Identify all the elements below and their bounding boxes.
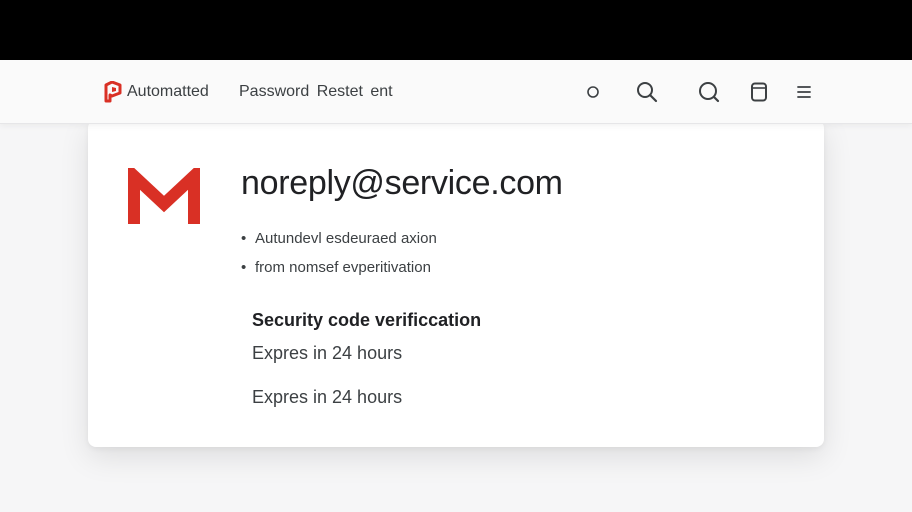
menu-button[interactable] [790, 78, 818, 106]
tablet-icon [751, 82, 767, 102]
email-card: noreply@service.com • Autundevl esdeuraed… [88, 120, 824, 447]
toolbar: Automatted Password Restet ent [0, 60, 912, 124]
expiry-line: Expres in 24 hours [252, 343, 403, 363]
bullet-text: Autundevl esdeuraed axion [255, 230, 437, 247]
brand-logo-icon [104, 81, 122, 103]
gmail-logo-icon [128, 168, 200, 224]
circle-icon [587, 86, 599, 98]
sender-address: noreply@service.com [241, 164, 563, 202]
info-bullet: • Autundevl esdeuraed axion [241, 230, 437, 247]
page-title: Password Restet ent [239, 83, 393, 100]
info-bullet: • from nomsef evperitivation [241, 259, 431, 276]
top-black-bar [0, 0, 912, 60]
menu-icon [797, 86, 811, 98]
expiry-line: Expres in 24 hours [252, 387, 403, 407]
search-icon [637, 82, 658, 103]
bullet-text: from nomsef evperitivation [255, 259, 431, 276]
section-title: Security code verificcation [252, 310, 482, 330]
bullet-dot: • [241, 259, 247, 276]
bullet-dot: • [241, 230, 247, 247]
search-button-secondary[interactable] [695, 78, 723, 106]
status-circle-button[interactable] [579, 78, 607, 106]
search-icon [699, 82, 720, 103]
brand-name: Automatted [127, 83, 209, 100]
search-button[interactable] [633, 78, 661, 106]
tablet-button[interactable] [745, 78, 773, 106]
